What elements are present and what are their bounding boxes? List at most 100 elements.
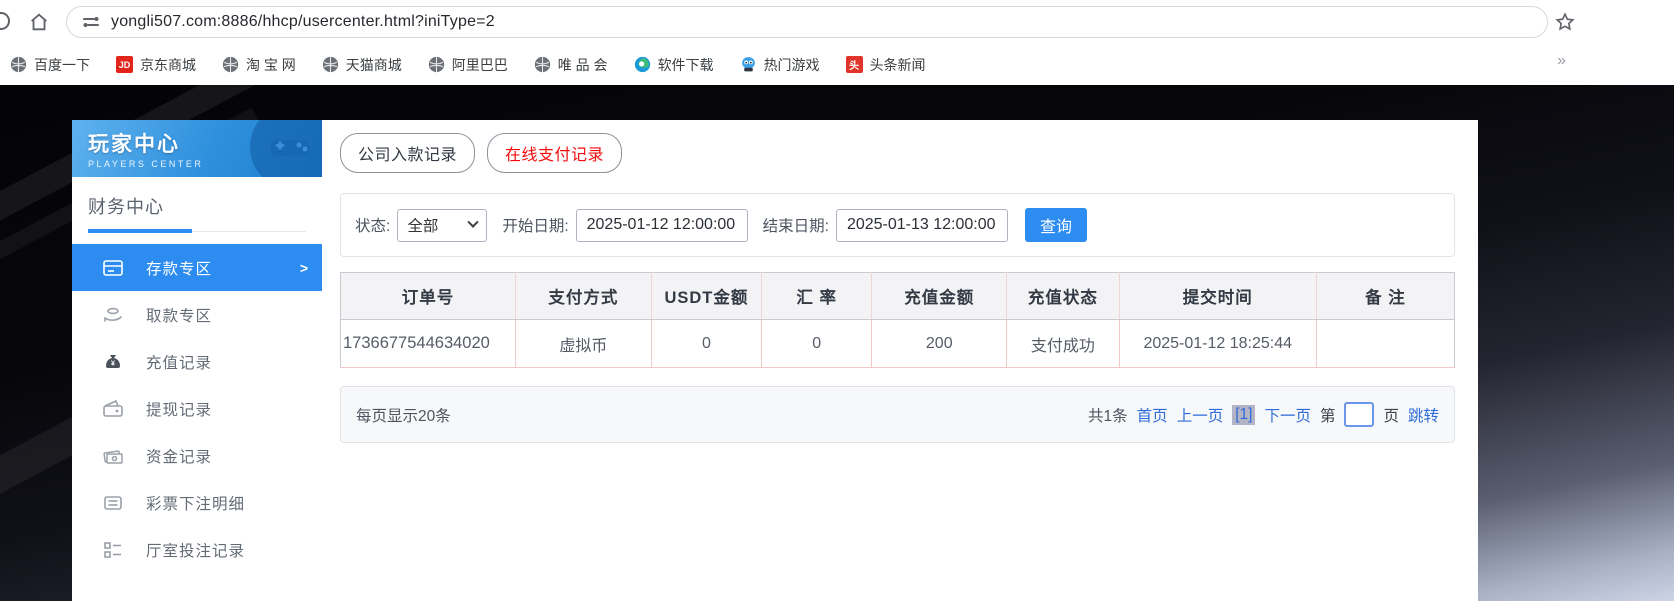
player-center-panel: 玩家中心 PLAYERS CENTER 财务中心 存款专区 > 取款专区 ¥ 充… <box>72 120 1478 601</box>
col-recharge-amount: 充值金额 <box>871 272 1007 320</box>
end-date-label: 结束日期: <box>762 218 829 235</box>
bookmark-baidu[interactable]: 百度一下 <box>10 55 90 75</box>
status-label: 状态: <box>355 218 391 235</box>
sidebar-item-withdraw-zone[interactable]: 取款专区 <box>72 291 322 338</box>
sidebar-header: 玩家中心 PLAYERS CENTER <box>72 120 322 177</box>
table-row: 1736677544634020 虚拟币 0 0 200 支付成功 2025-0… <box>340 319 1455 368</box>
bookmark-jd[interactable]: JD 京东商城 <box>116 55 196 75</box>
deposit-card-icon <box>103 259 123 276</box>
prev-page-link[interactable]: 上一页 <box>1177 404 1224 426</box>
bookmark-label: 头条新闻 <box>869 56 926 73</box>
bookmark-software[interactable]: 软件下载 <box>634 55 714 75</box>
jump-label-pre: 第 <box>1319 407 1336 425</box>
bookmark-toutiao[interactable]: 头 头条新闻 <box>845 55 926 75</box>
sidebar-section: 财务中心 <box>72 177 322 242</box>
sidebar: 玩家中心 PLAYERS CENTER 财务中心 存款专区 > 取款专区 ¥ 充… <box>72 120 322 601</box>
gamepad-icon <box>270 140 310 156</box>
bookmark-vip[interactable]: 唯 品 会 <box>534 55 608 75</box>
globe-icon <box>10 56 27 73</box>
jump-link[interactable]: 跳转 <box>1408 404 1439 426</box>
bookmark-taobao[interactable]: 淘 宝 网 <box>222 55 296 75</box>
jump-label-post: 页 <box>1383 407 1399 425</box>
game-icon <box>740 56 757 73</box>
address-bar[interactable]: yongli507.com:8886/hhcp/usercenter.html?… <box>66 6 1548 38</box>
sidebar-item-label: 取款专区 <box>146 307 213 325</box>
pagination-controls: 共1条 首页 上一页 [1] 下一页 第 页 跳转 <box>1088 402 1439 427</box>
globe-icon <box>428 56 445 73</box>
record-tabs: 公司入款记录 在线支付记录 <box>340 133 1455 173</box>
chevron-right-icon: > <box>299 259 308 276</box>
jd-icon: JD <box>116 56 133 73</box>
bookmark-label: 热门游戏 <box>763 56 820 73</box>
bookmark-label: 天猫商城 <box>345 56 402 73</box>
chevron-down-icon <box>467 216 479 228</box>
browser-toolbar: yongli507.com:8886/hhcp/usercenter.html?… <box>0 0 1674 44</box>
col-order-no: 订单号 <box>340 272 516 320</box>
sidebar-item-recharge-records[interactable]: ¥ 充值记录 <box>72 338 322 385</box>
bookmark-star-icon[interactable] <box>1554 11 1576 33</box>
col-recharge-status: 充值状态 <box>1006 272 1120 320</box>
start-date-label: 开始日期: <box>502 218 569 235</box>
end-date-input[interactable] <box>835 208 1008 242</box>
tab-online-payment-records[interactable]: 在线支付记录 <box>487 133 623 173</box>
per-page-text: 每页显示20条 <box>356 407 451 425</box>
table-header-row: 订单号 支付方式 USDT金额 汇 率 充值金额 充值状态 提交时间 备 注 <box>340 272 1455 320</box>
status-select[interactable]: 全部 <box>397 208 488 242</box>
section-title: 财务中心 <box>88 197 164 217</box>
wallet-icon <box>103 399 123 417</box>
globe-icon <box>322 56 339 73</box>
pagination-bar: 每页显示20条 共1条 首页 上一页 [1] 下一页 第 页 跳转 <box>340 386 1455 443</box>
bookmark-label: 软件下载 <box>657 56 714 73</box>
next-page-link[interactable]: 下一页 <box>1264 404 1311 426</box>
sidebar-item-label: 厅室投注记录 <box>146 542 246 560</box>
home-icon[interactable] <box>28 11 50 33</box>
bookmarks-overflow-icon[interactable]: » <box>1557 52 1566 70</box>
bookmark-label: 京东商城 <box>140 56 196 73</box>
sidebar-item-fund-records[interactable]: 资金记录 <box>72 432 322 479</box>
col-submit-time: 提交时间 <box>1118 272 1317 320</box>
sidebar-item-room-bet-records[interactable]: 厅室投注记录 <box>72 526 322 573</box>
sidebar-menu: 存款专区 > 取款专区 ¥ 充值记录 提现记录 资金记录 彩票下注明细 厅室投注… <box>72 244 322 573</box>
hand-coins-icon <box>104 307 122 322</box>
sidebar-item-label: 提现记录 <box>146 401 213 419</box>
document-list-icon <box>104 495 122 510</box>
page-number-input[interactable] <box>1344 402 1375 427</box>
globe-icon <box>222 56 239 73</box>
cell-remarks <box>1315 319 1455 368</box>
bookmark-games[interactable]: 热门游戏 <box>740 55 820 75</box>
reload-icon[interactable] <box>0 12 10 30</box>
status-selected-value: 全部 <box>407 218 439 235</box>
start-date-input[interactable] <box>575 208 748 242</box>
sidebar-item-lottery-bet-details[interactable]: 彩票下注明细 <box>72 479 322 526</box>
bookmark-alibaba[interactable]: 阿里巴巴 <box>428 55 508 75</box>
first-page-link[interactable]: 首页 <box>1137 404 1168 426</box>
site-settings-icon[interactable] <box>81 12 101 32</box>
bookmark-label: 百度一下 <box>34 56 90 73</box>
sidebar-item-label: 资金记录 <box>146 448 213 466</box>
col-remarks: 备 注 <box>1315 272 1455 320</box>
bookmark-label: 阿里巴巴 <box>451 56 508 73</box>
url-text[interactable]: yongli507.com:8886/hhcp/usercenter.html?… <box>111 13 495 31</box>
tab-company-deposit-records[interactable]: 公司入款记录 <box>340 133 476 173</box>
sidebar-item-label: 存款专区 <box>146 260 213 278</box>
bookmark-tmall[interactable]: 天猫商城 <box>322 55 402 75</box>
cell-recharge-status: 支付成功 <box>1006 319 1120 368</box>
section-divider <box>88 229 306 233</box>
current-page-indicator: [1] <box>1232 404 1256 425</box>
list-squares-icon <box>104 541 121 558</box>
sidebar-item-label: 彩票下注明细 <box>146 495 246 513</box>
software-icon <box>634 56 651 73</box>
cell-payment-method: 虚拟币 <box>514 319 652 368</box>
sidebar-item-deposit-zone[interactable]: 存款专区 > <box>72 244 322 291</box>
sidebar-item-withdraw-records[interactable]: 提现记录 <box>72 385 322 432</box>
bookmarks-bar: 百度一下 JD 京东商城 淘 宝 网 天猫商城 阿里巴巴 唯 品 会 软件下载 … <box>0 44 1674 85</box>
globe-icon <box>534 56 551 73</box>
col-exchange-rate: 汇 率 <box>761 272 872 320</box>
cell-recharge-amount: 200 <box>871 319 1007 368</box>
cell-submit-time: 2025-01-12 18:25:44 <box>1118 319 1317 368</box>
query-button[interactable]: 查询 <box>1024 208 1087 242</box>
banknotes-icon <box>103 449 123 464</box>
filter-bar: 状态: 全部 开始日期: 结束日期: 查询 <box>340 193 1455 257</box>
col-payment-method: 支付方式 <box>514 272 652 320</box>
payment-records-table: 订单号 支付方式 USDT金额 汇 率 充值金额 充值状态 提交时间 备 注 1… <box>340 272 1455 368</box>
